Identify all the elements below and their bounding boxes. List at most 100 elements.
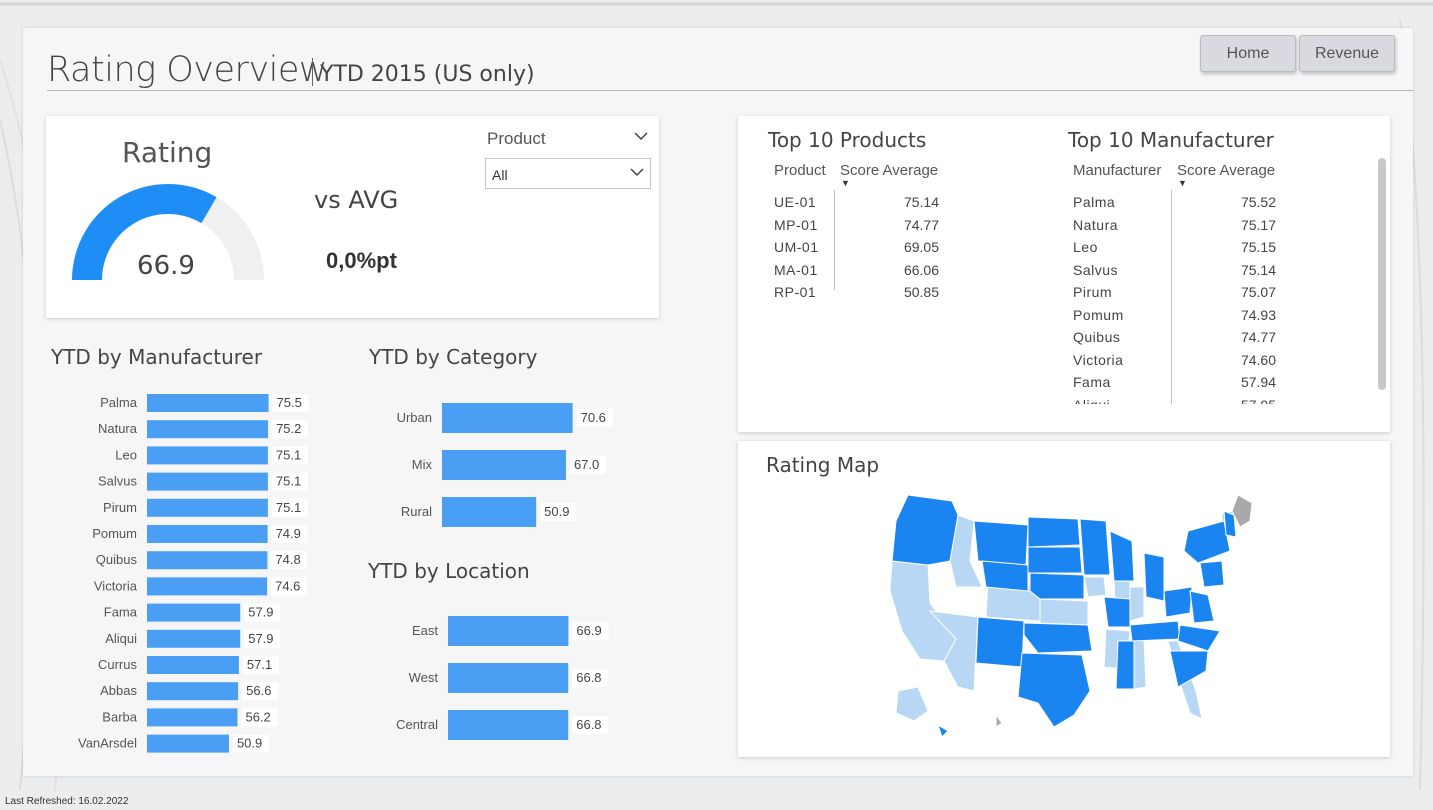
top10-tables-card: Top 10 Products Product Score Average ▼ … (738, 116, 1390, 432)
bar[interactable] (442, 450, 566, 480)
vs-avg-value: 0,0%pt (326, 248, 397, 273)
manufacturer-bar-chart: Palma 75.5 Natura 75.2 Leo 75.1 Salvus 75.1 Piru… (78, 394, 309, 753)
bar[interactable] (147, 472, 268, 491)
bar[interactable] (147, 577, 268, 596)
report-canvas: Rating Overview YTD 2015 (US only) Home … (23, 28, 1413, 776)
bar[interactable] (442, 403, 573, 433)
bar-category-label: Pirum (103, 500, 137, 515)
table-cell-score[interactable]: 74.93 (1196, 307, 1276, 323)
bar-data-label: 66.9 (576, 623, 601, 638)
bar[interactable] (147, 498, 268, 517)
bar[interactable] (147, 394, 269, 412)
bar[interactable] (147, 551, 268, 570)
table-cell-name[interactable]: Aliqui (1073, 397, 1110, 405)
table-cell-name[interactable]: Natura (1073, 217, 1118, 233)
table-cell-score[interactable]: 75.52 (1196, 194, 1276, 210)
bar-data-label: 70.6 (581, 410, 606, 425)
bar-category-label: Barba (102, 709, 137, 724)
table-cell-score[interactable]: 57.94 (1196, 374, 1276, 390)
bar[interactable] (442, 497, 537, 527)
bar[interactable] (147, 734, 229, 753)
location-bar-chart: East 66.9 West 66.8 Central 66.8 (396, 616, 609, 740)
bar[interactable] (147, 525, 268, 543)
home-button[interactable]: Home (1200, 35, 1296, 72)
bar-data-label: 50.9 (544, 504, 569, 519)
table-cell-name[interactable]: Palma (1073, 194, 1115, 210)
bar-category-label: Rural (401, 504, 432, 519)
table-cell-name[interactable]: Salvus (1073, 262, 1118, 278)
title-divider (47, 90, 1413, 91)
bar-data-label: 57.9 (248, 631, 273, 646)
bar-data-label: 75.1 (276, 474, 301, 489)
bar-data-label: 74.8 (275, 552, 300, 567)
page-subtitle: YTD 2015 (US only) (320, 62, 535, 87)
table-cell-score[interactable]: 74.60 (1196, 352, 1276, 368)
table-cell-name[interactable]: Pomum (1073, 307, 1124, 323)
bar-data-label: 67.0 (574, 457, 599, 472)
manufacturer-column-header[interactable]: Manufacturer (1073, 162, 1161, 179)
column-separator (1171, 190, 1172, 404)
table-cell-name[interactable]: Leo (1073, 239, 1098, 255)
bar-data-label: 57.9 (248, 605, 273, 620)
rating-kpi-card: Rating 66.9 vs AVG 0,0%pt Product All (46, 116, 659, 318)
table-cell-name[interactable]: Quibus (1073, 329, 1120, 345)
location-chart-title: YTD by Location (368, 559, 530, 583)
bar[interactable] (448, 616, 569, 646)
bar-data-label: 75.2 (276, 421, 301, 436)
category-bar-chart: Urban 70.6 Mix 67.0 Rural 50.9 (397, 403, 613, 527)
table-cell-score[interactable]: 75.07 (1196, 284, 1276, 300)
table-cell-name[interactable]: Fama (1073, 374, 1111, 390)
bar[interactable] (147, 420, 269, 439)
page-title: Rating Overview (47, 50, 328, 90)
title-separator (312, 58, 313, 86)
bar-data-label: 74.6 (275, 578, 300, 593)
table-cell-score[interactable]: 75.15 (1196, 239, 1276, 255)
sort-descending-icon: ▼ (1178, 178, 1187, 188)
rating-map-title: Rating Map (766, 453, 880, 477)
bar[interactable] (147, 656, 239, 674)
bar-category-label: Victoria (94, 578, 138, 593)
vs-avg-label: vs AVG (314, 186, 399, 214)
bar-data-label: 75.1 (276, 500, 301, 515)
bar-category-label: Abbas (100, 683, 137, 698)
score-average-column-header[interactable]: Score Average (1177, 162, 1275, 179)
table-cell-name[interactable]: Victoria (1073, 352, 1123, 368)
bar-data-label: 56.6 (246, 683, 271, 698)
bar-data-label: 50.9 (237, 736, 262, 751)
bar[interactable] (147, 446, 268, 465)
table-scrollbar[interactable] (1378, 158, 1386, 390)
bar-data-label: 66.8 (576, 670, 601, 685)
bar[interactable] (147, 708, 238, 727)
table-cell-score[interactable]: 75.14 (1196, 262, 1276, 278)
table-cell-score[interactable]: 74.77 (1196, 329, 1276, 345)
bar-category-label: Palma (100, 395, 138, 410)
product-slicer-title: Product (487, 129, 546, 148)
us-map[interactable] (878, 491, 1298, 741)
bar[interactable] (147, 629, 241, 648)
chevron-down-icon[interactable] (634, 128, 648, 144)
bar-category-label: Mix (412, 457, 433, 472)
bar-category-label: West (409, 670, 439, 685)
bar-category-label: Urban (397, 410, 432, 425)
manufacturer-chart-title: YTD by Manufacturer (51, 345, 263, 369)
bar[interactable] (147, 682, 239, 701)
table-cell-score[interactable]: 57.95 (1196, 397, 1276, 405)
bar[interactable] (448, 663, 569, 693)
bar[interactable] (448, 710, 569, 740)
bar-category-label: East (412, 623, 438, 638)
table-cell-name[interactable]: Pirum (1073, 284, 1112, 300)
product-dropdown[interactable]: All (485, 158, 651, 189)
rating-label: Rating (122, 136, 213, 169)
category-chart-title: YTD by Category (369, 345, 538, 369)
bar-category-label: Fama (104, 605, 138, 620)
table-cell-score[interactable]: 75.17 (1196, 217, 1276, 233)
bar-category-label: Natura (98, 421, 138, 436)
rating-map-card: Rating Map (738, 441, 1390, 757)
bar-data-label: 74.9 (276, 526, 301, 541)
bar-data-label: 57.1 (247, 657, 272, 672)
bar-category-label: Aliqui (105, 631, 137, 646)
bar-category-label: Central (396, 717, 438, 732)
bar-data-label: 66.8 (576, 717, 601, 732)
revenue-button[interactable]: Revenue (1299, 35, 1395, 72)
bar[interactable] (147, 603, 241, 622)
